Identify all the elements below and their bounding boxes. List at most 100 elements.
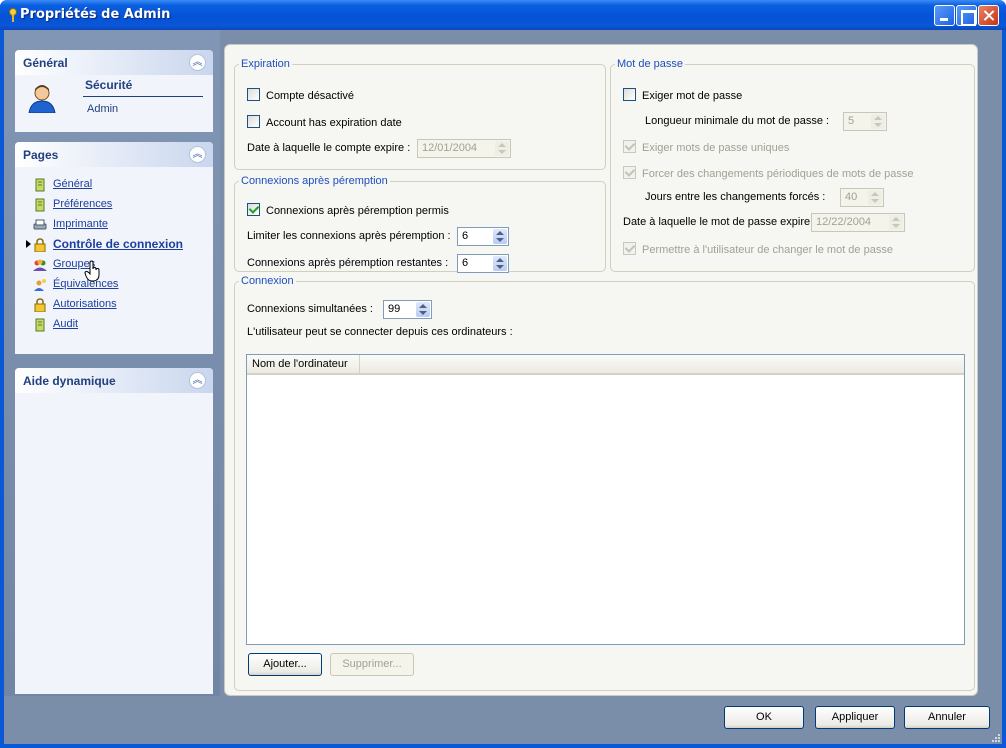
grace-limit-value: 6: [462, 230, 469, 242]
dynamic-help-header[interactable]: Aide dynamique ︽: [15, 368, 213, 393]
page-link-groups[interactable]: Groupes: [33, 257, 183, 277]
has-expiration-checkbox[interactable]: Account has expiration date: [247, 115, 402, 129]
pages-group-title: Pages: [23, 148, 59, 162]
checkbox-label: Account has expiration date: [266, 117, 402, 129]
checkbox-box[interactable]: [247, 203, 260, 216]
add-button[interactable]: Ajouter...: [248, 653, 322, 676]
document-icon: [35, 178, 45, 192]
section-title: Sécurité: [85, 78, 133, 92]
min-length-value: 5: [848, 115, 855, 127]
list-header: Nom de l'ordinateur: [247, 355, 964, 375]
password-expire-field[interactable]: 12/22/2004: [811, 213, 905, 232]
page-link-authorizations[interactable]: Autorisations: [33, 297, 183, 317]
pages-group-header[interactable]: Pages ︽: [15, 142, 213, 167]
grace-limit-label: Limiter les connexions après péremption …: [247, 230, 451, 242]
ok-button[interactable]: OK: [724, 706, 804, 729]
minimize-button[interactable]: [934, 5, 955, 26]
resize-grip-icon[interactable]: [990, 732, 1000, 742]
collapse-chevron-icon[interactable]: ︽: [189, 54, 206, 71]
password-group: Mot de passe Exiger mot de passe Longueu…: [610, 58, 975, 272]
spin-arrows-icon[interactable]: [416, 302, 430, 317]
apply-button[interactable]: Appliquer: [815, 706, 895, 729]
hand-cursor-icon: [84, 260, 100, 282]
current-page-arrow-icon: [26, 240, 31, 248]
expiration-group: Expiration Compte désactivé Account has …: [234, 58, 606, 170]
spin-arrows-icon[interactable]: [868, 190, 882, 205]
require-password-checkbox[interactable]: Exiger mot de passe: [623, 88, 742, 102]
page-link-label: Préférences: [53, 198, 113, 210]
document-icon: [35, 198, 45, 212]
grace-remaining-stepper[interactable]: 6: [457, 254, 509, 273]
spin-arrows-icon[interactable]: [889, 215, 903, 230]
page-link-audit[interactable]: Audit: [33, 317, 183, 337]
lock-icon: [34, 298, 46, 312]
user-change-password-checkbox[interactable]: Permettre à l'utilisateur de changer le …: [623, 242, 893, 256]
general-group-header[interactable]: Général ︽: [15, 50, 213, 75]
checkbox-box[interactable]: [623, 166, 636, 179]
user-key-icon: [34, 279, 46, 291]
password-expire-label: Date à laquelle le mot de passe expire :: [623, 216, 817, 228]
grace-limit-stepper[interactable]: 6: [457, 227, 509, 246]
expire-date-label: Date à laquelle le compte expire :: [247, 142, 411, 154]
window-title: Propriétés de Admin: [20, 7, 171, 22]
printer-icon: [33, 219, 47, 230]
page-link-equivalences[interactable]: Équivalences: [33, 277, 183, 297]
page-link-login-control[interactable]: Contrôle de connexion: [26, 237, 183, 257]
user-avatar-icon: [28, 85, 56, 113]
computers-label: L'utilisateur peut se connecter depuis c…: [247, 326, 513, 338]
title-bar[interactable]: Propriétés de Admin: [0, 0, 1006, 30]
grace-allowed-checkbox[interactable]: Connexions après péremption permis: [247, 203, 449, 217]
checkbox-label: Exiger mots de passe uniques: [642, 142, 790, 154]
password-legend: Mot de passe: [617, 58, 684, 70]
page-link-general[interactable]: Général: [33, 177, 183, 197]
min-length-label: Longueur minimale du mot de passe :: [645, 115, 830, 127]
periodic-change-checkbox[interactable]: Forcer des changements périodiques de mo…: [623, 166, 914, 180]
spin-arrows-icon[interactable]: [493, 256, 507, 271]
spin-arrows-icon[interactable]: [495, 141, 509, 156]
collapse-chevron-icon[interactable]: ︽: [189, 372, 206, 389]
computers-list[interactable]: Nom de l'ordinateur: [246, 354, 965, 645]
maximize-button[interactable]: [956, 5, 977, 26]
checkbox-label: Forcer des changements périodiques de mo…: [642, 168, 914, 180]
page-link-label: Imprimante: [53, 218, 109, 230]
task-pane: Général ︽ Sécurité Admin Pages ︽ Général…: [4, 30, 220, 696]
dynamic-help-title: Aide dynamique: [23, 374, 116, 388]
window: Propriétés de Admin Général ︽ Sécurité A…: [0, 0, 1006, 748]
collapse-chevron-icon[interactable]: ︽: [189, 146, 206, 163]
checkbox-box[interactable]: [623, 88, 636, 101]
page-link-preferences[interactable]: Préférences: [33, 197, 183, 217]
remove-button[interactable]: Supprimer...: [330, 653, 414, 676]
min-length-stepper[interactable]: 5: [843, 112, 887, 131]
days-between-stepper[interactable]: 40: [840, 188, 884, 207]
general-group: Général ︽ Sécurité Admin: [15, 50, 213, 132]
spin-arrows-icon[interactable]: [493, 229, 507, 244]
title-divider: [83, 96, 203, 97]
cancel-button[interactable]: Annuler: [904, 706, 990, 729]
simultaneous-stepper[interactable]: 99: [383, 300, 432, 319]
section-subtitle: Admin: [87, 103, 119, 115]
unique-passwords-checkbox[interactable]: Exiger mots de passe uniques: [623, 140, 789, 154]
days-between-value: 40: [845, 191, 858, 203]
document-icon: [35, 318, 45, 332]
dialog-client: Général ︽ Sécurité Admin Pages ︽ Général…: [4, 30, 1002, 744]
account-disabled-checkbox[interactable]: Compte désactivé: [247, 88, 354, 102]
page-link-label: Autorisations: [53, 298, 117, 310]
checkbox-box[interactable]: [623, 140, 636, 153]
checkbox-label: Exiger mot de passe: [642, 90, 743, 102]
simultaneous-label: Connexions simultanées :: [247, 303, 373, 315]
spin-arrows-icon[interactable]: [871, 114, 885, 129]
close-button[interactable]: [978, 5, 999, 26]
grace-logins-group: Connexions après péremption Connexions a…: [234, 175, 606, 273]
checkbox-box[interactable]: [623, 242, 636, 255]
checkbox-box[interactable]: [247, 115, 260, 128]
group-icon: [33, 259, 47, 271]
grace-remaining-value: 6: [462, 257, 469, 269]
column-header-computer-name[interactable]: Nom de l'ordinateur: [247, 355, 360, 373]
page-link-printer[interactable]: Imprimante: [33, 217, 183, 237]
expire-date-field[interactable]: 12/01/2004: [417, 139, 511, 158]
checkbox-label: Connexions après péremption permis: [266, 205, 449, 217]
days-between-label: Jours entre les changements forcés :: [645, 191, 826, 203]
key-icon: [9, 8, 17, 22]
expiration-legend: Expiration: [241, 58, 290, 70]
checkbox-box[interactable]: [247, 88, 260, 101]
